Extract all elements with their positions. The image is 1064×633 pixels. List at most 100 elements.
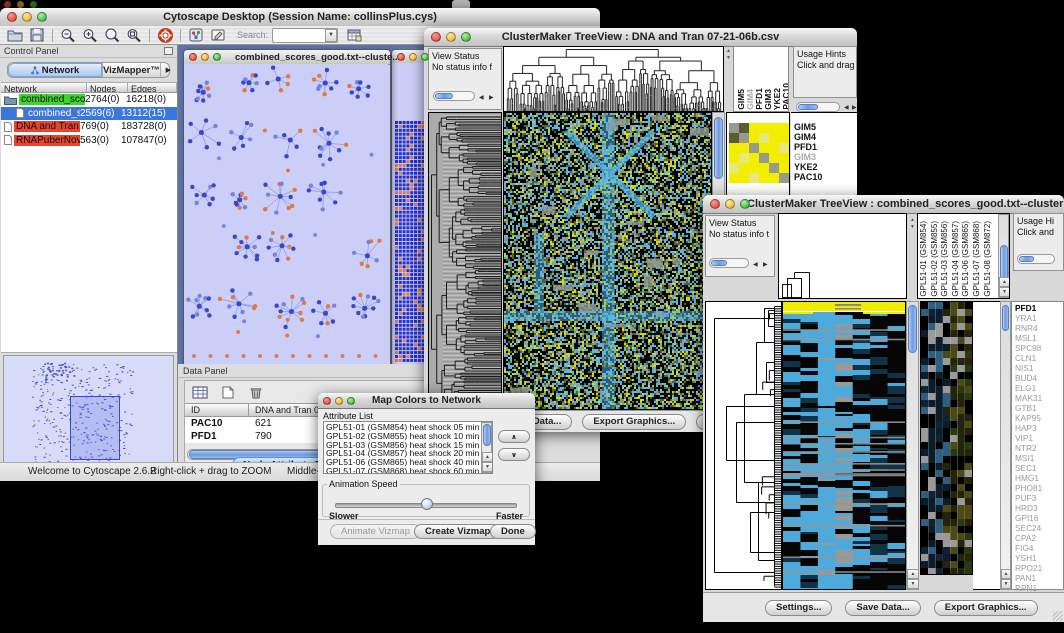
frame2-window-controls[interactable] <box>397 53 429 61</box>
search-input[interactable] <box>273 29 325 42</box>
scroll-right-icon[interactable]: ▶ <box>489 93 494 104</box>
minimize-button[interactable] <box>22 12 32 22</box>
minimize-button[interactable] <box>17 1 24 8</box>
attribute-browser-icon[interactable] <box>343 27 365 44</box>
scroll-up-icon[interactable]: ▲ <box>999 277 1010 287</box>
tab-vizmapper[interactable]: VizMapper™ <box>103 63 161 77</box>
network-table-row[interactable]: combined_scores2764(0)16218(0) <box>1 93 177 107</box>
open-folder-icon[interactable] <box>4 27 26 44</box>
treeview1-dendro-scroll-arrows[interactable]: ▲▼ <box>725 48 732 110</box>
network-table-header-cell[interactable]: Network <box>1 83 87 92</box>
attribute-list-item[interactable]: GPL51-07 (GSM868) heat shock 60 min <box>326 467 490 474</box>
network-overview-icon[interactable] <box>185 27 207 44</box>
treeview2-titlebar[interactable]: ClusterMaker TreeView : combined_scores_… <box>703 195 1064 214</box>
zoom-selected-icon[interactable] <box>123 27 145 44</box>
scroll-up-icon[interactable]: ▲ <box>1001 569 1011 579</box>
treeview1-zoom-matrix[interactable] <box>729 123 789 183</box>
frame1-window-controls[interactable] <box>189 53 221 61</box>
attribute-list-scrollbar[interactable]: ▲ ▼ <box>481 422 492 473</box>
attribute-grid-icon[interactable] <box>189 384 211 401</box>
create-vizmap-button[interactable]: Create Vizmap <box>414 524 501 539</box>
network-table-header-cell[interactable]: Nodes <box>87 83 128 92</box>
animation-speed-slider[interactable] <box>335 498 515 510</box>
zoom-out-icon[interactable] <box>57 27 79 44</box>
scroll-right-icon[interactable]: ▶ <box>763 260 768 271</box>
export-graphics-button[interactable]: Export Graphics... <box>582 414 686 430</box>
save-icon[interactable] <box>26 27 48 44</box>
new-attribute-icon[interactable] <box>217 384 239 401</box>
treeview2-labels-vscrollbar[interactable]: ▲ ▼ <box>1000 301 1011 590</box>
zoom-button[interactable] <box>461 32 471 42</box>
treeview1-usage-scrollbar[interactable] <box>796 102 840 112</box>
export-graphics-button[interactable]: Export Graphics... <box>934 600 1038 616</box>
minimize-button[interactable] <box>725 199 735 209</box>
view-status-scrollbar[interactable] <box>709 258 749 268</box>
scroll-left-icon[interactable]: ◀ <box>844 104 849 111</box>
search-combobox[interactable]: ▼ <box>272 28 338 43</box>
scroll-down-icon[interactable]: ▼ <box>482 462 493 472</box>
network-table-header-cell[interactable]: Edges <box>128 83 177 92</box>
float-window-icon[interactable] <box>164 47 173 55</box>
move-up-button[interactable]: ∧ <box>498 430 530 443</box>
treeview1-heatmap[interactable] <box>503 112 712 410</box>
close-button[interactable] <box>4 1 11 8</box>
treeview1-titlebar[interactable]: ClusterMaker TreeView : DNA and Tran 07-… <box>424 28 857 47</box>
move-down-button[interactable]: ∨ <box>498 448 530 461</box>
zoom-in-icon[interactable] <box>79 27 101 44</box>
annotation-icon[interactable] <box>207 27 229 44</box>
scroll-down-icon[interactable]: ▼ <box>1001 579 1011 589</box>
zoom-button[interactable] <box>30 1 37 8</box>
close-button[interactable] <box>323 397 331 405</box>
main-titlebar[interactable]: Cytoscape Desktop (Session Name: collins… <box>0 8 600 27</box>
attribute-list[interactable]: GPL51-01 (GSM854) heat shock 05 minGPL51… <box>323 421 493 474</box>
scroll-up-icon[interactable]: ▲ <box>482 452 493 462</box>
scroll-left-icon[interactable]: ◀ <box>479 93 484 104</box>
network-table-row[interactable]: RNAPuberNov2+|563(0)107847(0) <box>1 134 177 148</box>
close-button[interactable] <box>7 12 17 22</box>
scroll-left-icon[interactable]: ◀ <box>753 260 758 271</box>
usage-hints-scrollbar[interactable] <box>1017 254 1055 264</box>
treeview2-dendro-scroll-arrows[interactable]: ▲▼ <box>909 217 916 277</box>
help-lifering-icon[interactable] <box>154 27 176 44</box>
zoom-button[interactable] <box>347 397 355 405</box>
treeview2-heatmap-vscrollbar[interactable]: ▲ ▼ <box>906 301 919 590</box>
network-table-row[interactable]: combined_sco2569(6)13112(15) <box>1 107 177 121</box>
network-table-row[interactable]: DNA and Tran 07769(0)183728(0) <box>1 120 177 134</box>
zoom-fit-icon[interactable] <box>101 27 123 44</box>
view-status-scrollbar[interactable] <box>433 91 475 101</box>
save-data-button[interactable]: Save Data... <box>845 600 920 616</box>
slider-thumb[interactable] <box>421 498 433 510</box>
zoom-button[interactable] <box>37 12 47 22</box>
network-overview-panel[interactable] <box>3 355 174 467</box>
minimize-button[interactable] <box>446 32 456 42</box>
network-frame-1[interactable]: combined_scores_good.txt--cluste... <box>183 49 391 367</box>
treeview1-column-label: GIM3 <box>764 89 772 110</box>
treeview1-column-dendrogram[interactable] <box>503 46 724 112</box>
scroll-down-icon[interactable]: ▼ <box>907 579 919 589</box>
minimize-button[interactable] <box>335 397 343 405</box>
treeview2-collabel-scrollbar[interactable]: ▲ ▼ <box>998 214 1009 298</box>
scroll-right-icon[interactable]: ▶ <box>852 104 857 111</box>
treeview2-row-dendrogram[interactable] <box>705 301 782 590</box>
animate-vizmap-button[interactable]: Animate Vizmap <box>330 524 421 539</box>
treeview1-view-status: View Status No status info f ◀ ▶ <box>428 48 502 110</box>
scroll-down-icon[interactable]: ▼ <box>999 287 1010 297</box>
done-button[interactable]: Done <box>490 524 536 539</box>
search-dropdown-arrow-icon[interactable]: ▼ <box>325 29 337 42</box>
dialog-titlebar[interactable]: Map Colors to Network <box>318 393 535 409</box>
close-button[interactable] <box>431 32 441 42</box>
treeview2-column-dendrogram[interactable] <box>778 213 907 299</box>
data-table-header-cell[interactable]: ID <box>185 404 249 416</box>
resize-grip-icon[interactable] <box>1053 611 1063 621</box>
treeview2-zoom-heatmap[interactable] <box>920 301 973 575</box>
treeview2-heatmap[interactable] <box>782 301 906 590</box>
settings-button[interactable]: Settings... <box>765 600 832 616</box>
tab-overflow-arrow[interactable]: ▶ <box>161 63 176 77</box>
delete-attribute-icon[interactable] <box>245 384 267 401</box>
zoom-button[interactable] <box>740 199 750 209</box>
scroll-up-icon[interactable]: ▲ <box>907 569 919 579</box>
close-button[interactable] <box>710 199 720 209</box>
tab-network[interactable]: Network <box>8 63 103 77</box>
treeview2-row-label: PFD1 <box>1015 303 1063 313</box>
treeview1-row-dendrogram[interactable] <box>428 112 502 410</box>
